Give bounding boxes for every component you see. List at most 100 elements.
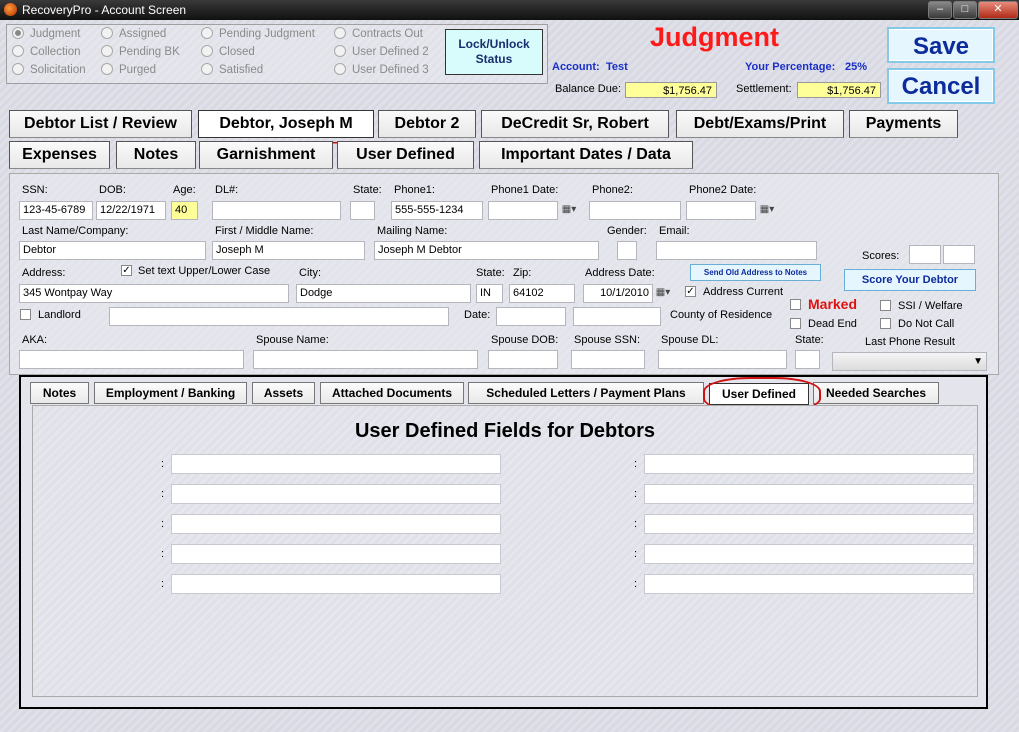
spouse-dl-input[interactable]: [658, 350, 787, 369]
radio-collection[interactable]: Collection: [12, 45, 81, 58]
field-colon: :: [634, 488, 638, 500]
close-icon[interactable]: ✕: [978, 1, 1018, 19]
phone1-date-label: Phone1 Date:: [491, 184, 559, 196]
score-input-2[interactable]: [943, 245, 975, 264]
zip-input[interactable]: 64102: [509, 284, 575, 303]
tab-debtor-joseph-m[interactable]: Debtor, Joseph M: [198, 110, 374, 138]
radio-user-defined-2[interactable]: User Defined 2: [334, 45, 429, 58]
user-defined-field[interactable]: [644, 544, 974, 564]
user-defined-field[interactable]: [644, 514, 974, 534]
radio-judgment[interactable]: Judgment: [12, 27, 81, 40]
gender-label: Gender:: [607, 225, 647, 237]
spouse-name-input[interactable]: [253, 350, 478, 369]
email-input[interactable]: [656, 241, 817, 260]
maximize-icon[interactable]: □: [953, 1, 977, 19]
marked-checkbox[interactable]: [790, 299, 801, 310]
your-percentage-value: 25%: [845, 61, 868, 73]
dead-end-checkbox[interactable]: [790, 318, 801, 329]
gender-input[interactable]: [617, 241, 637, 260]
aka-label: AKA:: [22, 334, 48, 346]
landlord-date-input[interactable]: [496, 307, 566, 326]
tab-garnishment[interactable]: Garnishment: [199, 141, 333, 169]
tab-user-defined[interactable]: User Defined: [337, 141, 474, 169]
phone1-input[interactable]: 555-555-1234: [391, 201, 483, 220]
radio-solicitation[interactable]: Solicitation: [12, 63, 86, 76]
radio-pending-bk[interactable]: Pending BK: [101, 45, 180, 58]
ssn-input[interactable]: 123-45-6789: [19, 201, 93, 220]
address-input[interactable]: 345 Wontpay Way: [19, 284, 289, 303]
phone1-date-input[interactable]: [488, 201, 558, 220]
radio-pending-judgment[interactable]: Pending Judgment: [201, 27, 315, 40]
dl-input[interactable]: [212, 201, 341, 220]
radio-assigned[interactable]: Assigned: [101, 27, 166, 40]
radio-purged[interactable]: Purged: [101, 63, 156, 76]
subtab-assets[interactable]: Assets: [252, 382, 315, 404]
subtab-scheduled-letters[interactable]: Scheduled Letters / Payment Plans: [468, 382, 704, 404]
radio-icon: [101, 45, 113, 57]
address-state-input[interactable]: IN: [476, 284, 503, 303]
county-input[interactable]: [573, 307, 661, 326]
spouse-dob-input[interactable]: [488, 350, 558, 369]
score-input-1[interactable]: [909, 245, 941, 264]
set-text-case-checkbox[interactable]: ✓: [121, 265, 132, 276]
first-name-input[interactable]: Joseph M: [212, 241, 365, 260]
tab-notes[interactable]: Notes: [116, 141, 196, 169]
tab-debtor-2[interactable]: Debtor 2: [378, 110, 476, 138]
user-defined-field[interactable]: [171, 514, 501, 534]
dob-input[interactable]: 12/22/1971: [96, 201, 166, 220]
age-input[interactable]: 40: [171, 201, 198, 220]
landlord-checkbox[interactable]: [20, 309, 31, 320]
tab-payments[interactable]: Payments: [849, 110, 958, 138]
ssi-welfare-checkbox[interactable]: [880, 300, 891, 311]
save-button[interactable]: Save: [887, 27, 995, 63]
user-defined-field[interactable]: [644, 574, 974, 594]
user-defined-field[interactable]: [171, 484, 501, 504]
last-name-input[interactable]: Debtor: [19, 241, 206, 260]
subtab-employment-banking[interactable]: Employment / Banking: [94, 382, 247, 404]
tab-debtor-list-review[interactable]: Debtor List / Review: [9, 110, 192, 138]
address-current-checkbox[interactable]: ✓: [685, 286, 696, 297]
last-phone-result-select[interactable]: ▼: [832, 352, 987, 371]
address-date-input[interactable]: 10/1/2010: [583, 284, 653, 303]
address-label: Address:: [22, 267, 66, 279]
spouse-ssn-input[interactable]: [571, 350, 645, 369]
subtab-notes[interactable]: Notes: [30, 382, 89, 404]
phone2-date-input[interactable]: [686, 201, 756, 220]
user-defined-field[interactable]: [644, 484, 974, 504]
lock-unlock-status-button[interactable]: Lock/Unlock Status: [445, 29, 543, 75]
aka-input[interactable]: [19, 350, 244, 369]
user-defined-field[interactable]: [171, 544, 501, 564]
calendar-dropdown-icon[interactable]: ▦▾: [654, 285, 672, 301]
send-old-address-button[interactable]: Send Old Address to Notes: [690, 264, 821, 281]
landlord-label: Landlord: [38, 309, 81, 321]
minimize-icon[interactable]: –: [928, 1, 952, 19]
settlement-value[interactable]: $1,756.47: [797, 82, 881, 98]
do-not-call-checkbox[interactable]: [880, 318, 891, 329]
user-defined-field[interactable]: [644, 454, 974, 474]
radio-satisfied[interactable]: Satisfied: [201, 63, 263, 76]
radio-closed[interactable]: Closed: [201, 45, 255, 58]
phone2-label: Phone2:: [592, 184, 633, 196]
tab-expenses[interactable]: Expenses: [9, 141, 110, 169]
subtab-attached-documents[interactable]: Attached Documents: [320, 382, 464, 404]
calendar-dropdown-icon[interactable]: ▦▾: [758, 202, 776, 218]
tab-important-dates-data[interactable]: Important Dates / Data: [479, 141, 693, 169]
cancel-button[interactable]: Cancel: [887, 68, 995, 104]
subtab-needed-searches[interactable]: Needed Searches: [813, 382, 939, 404]
phone2-input[interactable]: [589, 201, 681, 220]
window-title: RecoveryPro - Account Screen: [22, 3, 187, 17]
calendar-dropdown-icon[interactable]: ▦▾: [560, 202, 578, 218]
radio-user-defined-3[interactable]: User Defined 3: [334, 63, 429, 76]
tab-debt-exams-print[interactable]: Debt/Exams/Print: [676, 110, 844, 138]
user-defined-field[interactable]: [171, 574, 501, 594]
tab-decredit-sr-robert[interactable]: DeCredit Sr, Robert: [481, 110, 669, 138]
mailing-name-input[interactable]: Joseph M Debtor: [374, 241, 599, 260]
score-your-debtor-button[interactable]: Score Your Debtor: [844, 269, 976, 291]
email-label: Email:: [659, 225, 690, 237]
dl-state-input[interactable]: [350, 201, 375, 220]
user-defined-field[interactable]: [171, 454, 501, 474]
radio-contracts-out[interactable]: Contracts Out: [334, 27, 423, 40]
spouse-state-input[interactable]: [795, 350, 820, 369]
city-input[interactable]: Dodge: [296, 284, 471, 303]
landlord-input[interactable]: [109, 307, 449, 326]
